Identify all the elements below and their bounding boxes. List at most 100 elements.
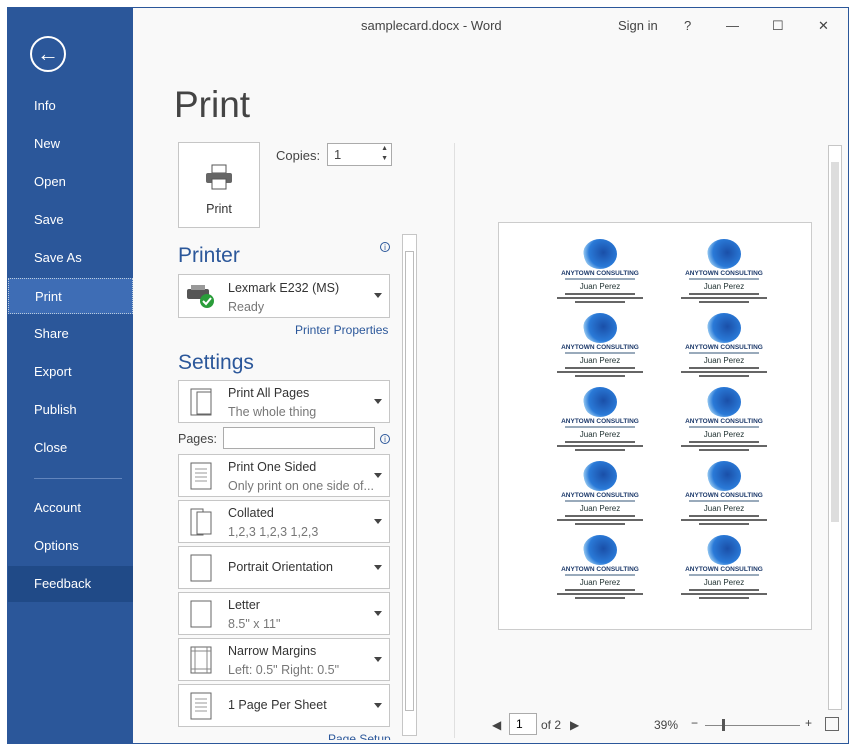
card-name: Juan Perez — [579, 430, 621, 439]
printer-icon — [206, 164, 232, 190]
card-name: Juan Perez — [703, 282, 745, 291]
zoom-level[interactable]: 39% — [654, 718, 678, 732]
next-page-button[interactable]: ▶ — [570, 718, 579, 732]
option-main: Print All Pages — [228, 386, 310, 400]
business-card: ANYTOWN CONSULTING Juan Perez — [545, 239, 655, 309]
pages-info-icon[interactable]: i — [380, 434, 390, 444]
printer-dropdown[interactable]: Lexmark E232 (MS) Ready — [178, 274, 390, 318]
sidebar-item-print[interactable]: Print — [8, 278, 133, 314]
info-icon[interactable]: i — [380, 242, 390, 252]
company-logo — [583, 239, 617, 269]
close-button[interactable]: ✕ — [818, 18, 829, 34]
pages-input[interactable] — [223, 427, 375, 449]
printer-name: Lexmark E232 (MS) — [228, 281, 340, 295]
printer-status: Ready — [228, 300, 265, 314]
business-card: ANYTOWN CONSULTING Juan Perez — [669, 387, 779, 457]
sidebar-item-options[interactable]: Options — [8, 528, 133, 564]
stepper-arrows-icon[interactable]: ▲ ▼ — [381, 144, 388, 164]
card-tagline — [689, 352, 759, 354]
scrollbar-thumb[interactable] — [405, 251, 414, 711]
page-setup-link[interactable]: Page Setup — [328, 732, 391, 740]
chevron-down-icon — [374, 398, 382, 404]
collation-dropdown[interactable]: Collated 1,2,3 1,2,3 1,2,3 — [178, 500, 390, 543]
zoom-slider[interactable] — [705, 725, 800, 726]
sidebar-item-publish[interactable]: Publish — [8, 392, 133, 428]
chevron-down-icon — [374, 518, 382, 524]
company-logo — [583, 461, 617, 491]
card-contact-line — [557, 519, 643, 521]
orientation-dropdown[interactable]: Portrait Orientation — [178, 546, 390, 589]
prev-page-button[interactable]: ◀ — [492, 718, 501, 732]
pages-label: Pages: — [178, 432, 217, 446]
company-logo — [707, 535, 741, 565]
card-address-line — [689, 515, 759, 517]
back-arrow-icon[interactable]: ← — [30, 36, 66, 72]
card-address-line — [565, 441, 635, 443]
company-logo — [707, 461, 741, 491]
company-logo — [707, 313, 741, 343]
card-tagline — [565, 352, 635, 354]
card-name: Juan Perez — [579, 282, 621, 291]
zoom-slider-thumb[interactable] — [722, 719, 725, 731]
sidebar-item-open[interactable]: Open — [8, 164, 133, 200]
chevron-down-icon — [374, 656, 382, 662]
print-button[interactable]: Print — [178, 142, 260, 228]
company-logo — [707, 387, 741, 417]
sidebar-item-close[interactable]: Close — [8, 430, 133, 466]
sidebar-item-new[interactable]: New — [8, 126, 133, 162]
zoom-out-button[interactable]: − — [691, 716, 698, 730]
copies-stepper[interactable]: 1 ▲ ▼ — [327, 143, 392, 166]
preview-scrollbar-thumb[interactable] — [831, 162, 839, 522]
zoom-to-page-icon[interactable] — [825, 717, 839, 731]
card-web-line — [575, 301, 625, 303]
business-card: ANYTOWN CONSULTING Juan Perez — [545, 461, 655, 531]
minimize-button[interactable]: — — [726, 18, 739, 33]
settings-scrollbar[interactable] — [402, 234, 417, 736]
sidebar-item-account[interactable]: Account — [8, 490, 133, 526]
print-button-label: Print — [206, 202, 232, 216]
margins-dropdown[interactable]: Narrow Margins Left: 0.5" Right: 0.5" — [178, 638, 390, 681]
sidebar-item-share[interactable]: Share — [8, 316, 133, 352]
page-number-input[interactable] — [509, 713, 537, 735]
company-logo — [583, 535, 617, 565]
card-web-line — [575, 597, 625, 599]
card-address-line — [565, 367, 635, 369]
option-sub: Only print on one side of... — [228, 479, 374, 493]
card-tagline — [565, 574, 635, 576]
company-logo — [583, 313, 617, 343]
card-tagline — [689, 500, 759, 502]
sides-dropdown[interactable]: Print One Sided Only print on one side o… — [178, 454, 390, 497]
print-range-dropdown[interactable]: Print All Pages The whole thing — [178, 380, 390, 423]
company-logo — [583, 387, 617, 417]
business-card: ANYTOWN CONSULTING Juan Perez — [669, 535, 779, 605]
card-contact-line — [681, 593, 767, 595]
collated-icon — [190, 508, 212, 535]
business-card: ANYTOWN CONSULTING Juan Perez — [545, 387, 655, 457]
sidebar-divider — [34, 478, 122, 479]
sidebar-item-export[interactable]: Export — [8, 354, 133, 390]
sidebar-item-save-as[interactable]: Save As — [8, 240, 133, 276]
option-main: Collated — [228, 506, 274, 520]
printer-properties-link[interactable]: Printer Properties — [295, 323, 388, 337]
card-address-line — [689, 367, 759, 369]
pages-per-sheet-dropdown[interactable]: 1 Page Per Sheet — [178, 684, 390, 727]
preview-scrollbar[interactable] — [828, 145, 842, 710]
help-button[interactable]: ? — [684, 18, 691, 33]
card-company: ANYTOWN CONSULTING — [561, 270, 639, 277]
sign-in-link[interactable]: Sign in — [618, 18, 658, 33]
card-tagline — [689, 278, 759, 280]
card-web-line — [699, 301, 749, 303]
print-preview-page: ANYTOWN CONSULTING Juan Perez ANYTOWN CO… — [498, 222, 812, 630]
maximize-button[interactable]: ☐ — [772, 18, 784, 34]
paper-size-dropdown[interactable]: Letter 8.5" x 11" — [178, 592, 390, 635]
business-card: ANYTOWN CONSULTING Juan Perez — [545, 535, 655, 605]
business-card: ANYTOWN CONSULTING Juan Perez — [669, 313, 779, 383]
pages-icon — [190, 388, 212, 415]
printer-heading: Printer — [178, 244, 240, 267]
card-tagline — [689, 426, 759, 428]
sidebar-item-info[interactable]: Info — [8, 88, 133, 124]
sidebar-item-save[interactable]: Save — [8, 202, 133, 238]
card-address-line — [565, 293, 635, 295]
sidebar-item-feedback[interactable]: Feedback — [8, 566, 133, 602]
zoom-in-button[interactable]: + — [805, 716, 812, 730]
